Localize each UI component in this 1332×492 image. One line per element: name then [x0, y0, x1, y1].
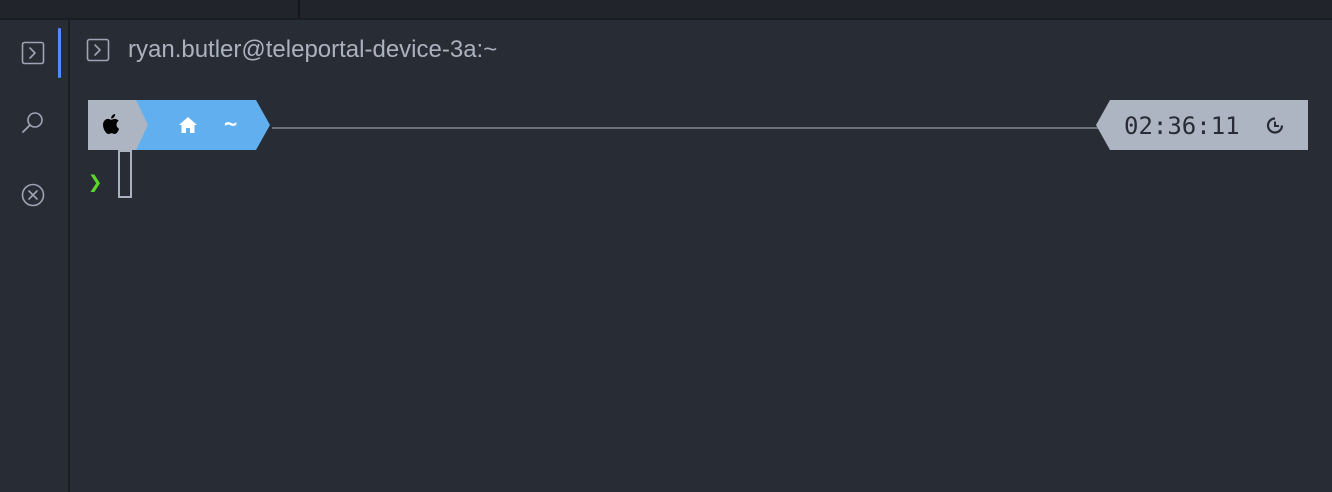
terminal-pane[interactable]: ryan.butler@teleportal-device-3a:~ ~ 02:… — [70, 20, 1332, 492]
terminal-icon — [21, 41, 45, 65]
time-segment-arrow — [1096, 100, 1110, 150]
sidebar-item-search[interactable] — [16, 106, 50, 140]
terminal-header: ryan.butler@teleportal-device-3a:~ — [86, 34, 497, 66]
top-tab-bar — [0, 0, 1332, 20]
clock-icon — [1266, 117, 1284, 134]
prompt-status-bar: ~ 02:36:11 — [88, 100, 1308, 150]
tab-divider — [298, 0, 300, 18]
terminal-icon — [86, 38, 110, 62]
apple-icon — [103, 114, 120, 135]
home-icon — [179, 117, 197, 133]
current-time: 02:36:11 — [1124, 112, 1240, 140]
directory-segment: ~ — [136, 100, 256, 150]
window-title: ryan.butler@teleportal-device-3a:~ — [128, 36, 498, 63]
text-cursor — [118, 150, 132, 198]
sidebar-item-terminal[interactable] — [16, 36, 50, 70]
os-segment — [88, 100, 136, 150]
directory-segment-arrow — [256, 100, 270, 150]
prompt-chevron: ❯ — [88, 168, 103, 196]
os-segment-arrow — [136, 100, 148, 150]
time-segment: 02:36:11 — [1110, 100, 1308, 150]
close-circle-icon — [21, 183, 45, 207]
active-indicator — [58, 28, 61, 78]
sidebar-item-close[interactable] — [16, 178, 50, 212]
search-icon — [22, 112, 43, 133]
sidebar — [0, 20, 70, 492]
prompt-filler-line — [272, 127, 1098, 129]
current-directory: ~ — [224, 112, 238, 137]
